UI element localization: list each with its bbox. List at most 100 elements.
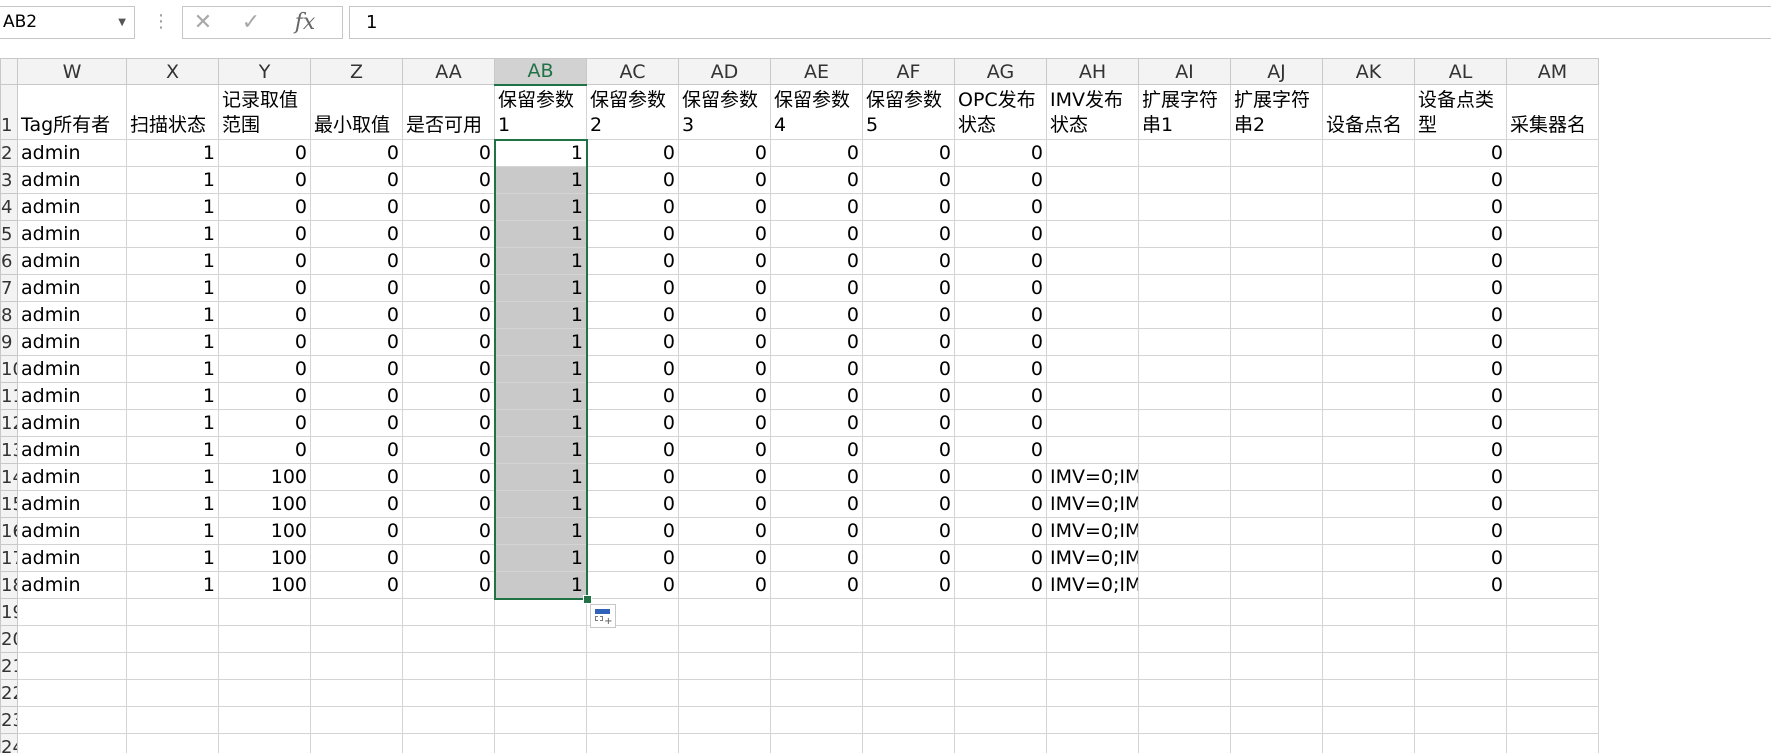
cell-w[interactable]: admin [17,220,127,248]
cell-ac[interactable]: 0 [586,274,679,302]
cell-x[interactable]: 1 [126,220,219,248]
cell-am[interactable] [1506,247,1599,275]
column-header-ag[interactable]: AG [954,58,1047,85]
cell-ag[interactable]: 0 [954,409,1047,437]
cell-ah[interactable] [1046,355,1139,383]
cell-ak[interactable] [1322,247,1415,275]
cell-aj[interactable] [1230,598,1323,626]
cell-aa[interactable]: 0 [402,301,495,329]
cell-aa[interactable] [402,625,495,653]
cell-ac[interactable]: 0 [586,382,679,410]
cell-ae[interactable] [770,706,863,734]
row-header[interactable]: 3 [0,166,18,194]
cell-w[interactable]: admin [17,355,127,383]
column-header-w[interactable]: W [17,58,127,85]
cell-ak[interactable] [1322,490,1415,518]
cell-z[interactable]: 0 [310,247,403,275]
cell-y[interactable]: 0 [218,382,311,410]
cell-ac[interactable] [586,733,679,753]
cell-al[interactable]: 0 [1414,166,1507,194]
cell-ah[interactable] [1046,274,1139,302]
cell-ag[interactable]: 0 [954,490,1047,518]
cell-y[interactable]: 0 [218,139,311,167]
cell-af[interactable]: 0 [862,382,955,410]
cell-ai[interactable] [1138,733,1231,753]
cell-ad[interactable]: 0 [678,436,771,464]
cell-al[interactable]: 0 [1414,301,1507,329]
cell-ag[interactable]: 0 [954,139,1047,167]
cell-ai[interactable] [1138,409,1231,437]
header-cell[interactable]: 保留参数5 [862,84,955,140]
header-cell[interactable]: 扫描状态 [126,84,219,140]
cell-aj[interactable] [1230,544,1323,572]
cell-aj[interactable] [1230,220,1323,248]
cell-x[interactable] [126,679,219,707]
cell-y[interactable]: 0 [218,166,311,194]
cell-ab[interactable] [494,733,587,753]
cell-ah[interactable] [1046,139,1139,167]
cell-ad[interactable]: 0 [678,301,771,329]
cell-am[interactable] [1506,571,1599,599]
header-cell[interactable]: 扩展字符串2 [1230,84,1323,140]
row-header[interactable]: 7 [0,274,18,302]
cell-ak[interactable] [1322,463,1415,491]
header-cell[interactable]: 设备点名 [1322,84,1415,140]
cell-ai[interactable] [1138,571,1231,599]
cell-ab[interactable] [494,679,587,707]
cell-ae[interactable]: 0 [770,166,863,194]
cell-ak[interactable] [1322,166,1415,194]
cell-af[interactable] [862,733,955,753]
cell-ah[interactable]: IMV=0;IM\ [1046,571,1139,599]
cell-x[interactable]: 1 [126,193,219,221]
cell-x[interactable]: 1 [126,355,219,383]
row-header[interactable]: 4 [0,193,18,221]
cell-ad[interactable]: 0 [678,355,771,383]
cell-ai[interactable] [1138,436,1231,464]
cell-ad[interactable]: 0 [678,247,771,275]
cell-ab[interactable]: 1 [494,463,587,491]
cell-ad[interactable]: 0 [678,328,771,356]
cell-ae[interactable]: 0 [770,517,863,545]
cell-y[interactable]: 100 [218,490,311,518]
cell-al[interactable] [1414,598,1507,626]
cell-am[interactable] [1506,733,1599,753]
cell-al[interactable]: 0 [1414,220,1507,248]
column-header-ab[interactable]: AB [494,58,587,86]
cell-aj[interactable] [1230,436,1323,464]
cell-af[interactable] [862,679,955,707]
cell-ah[interactable] [1046,625,1139,653]
cell-ae[interactable]: 0 [770,571,863,599]
cell-ae[interactable]: 0 [770,220,863,248]
cell-ag[interactable]: 0 [954,328,1047,356]
cell-aa[interactable]: 0 [402,166,495,194]
cell-ag[interactable]: 0 [954,301,1047,329]
cell-ab[interactable] [494,652,587,680]
cell-af[interactable]: 0 [862,409,955,437]
cell-ai[interactable] [1138,247,1231,275]
row-header[interactable]: 8 [0,301,18,329]
cell-ai[interactable] [1138,652,1231,680]
cell-y[interactable]: 0 [218,274,311,302]
cell-am[interactable] [1506,166,1599,194]
cell-af[interactable] [862,625,955,653]
cell-ai[interactable] [1138,625,1231,653]
cell-ab[interactable]: 1 [494,355,587,383]
cell-z[interactable]: 0 [310,328,403,356]
cell-am[interactable] [1506,490,1599,518]
cell-aj[interactable] [1230,355,1323,383]
cell-ae[interactable]: 0 [770,490,863,518]
cell-y[interactable]: 0 [218,328,311,356]
cell-z[interactable]: 0 [310,355,403,383]
cell-ab[interactable]: 1 [494,139,587,167]
cell-x[interactable]: 1 [126,463,219,491]
cell-af[interactable]: 0 [862,301,955,329]
cell-w[interactable]: admin [17,274,127,302]
cell-ak[interactable] [1322,409,1415,437]
insert-function-icon[interactable]: fx [287,7,323,38]
cell-x[interactable]: 1 [126,571,219,599]
cell-af[interactable] [862,652,955,680]
fill-handle[interactable] [582,594,592,604]
header-cell[interactable]: Tag所有者 [17,84,127,140]
cell-ac[interactable]: 0 [586,355,679,383]
column-header-ae[interactable]: AE [770,58,863,85]
